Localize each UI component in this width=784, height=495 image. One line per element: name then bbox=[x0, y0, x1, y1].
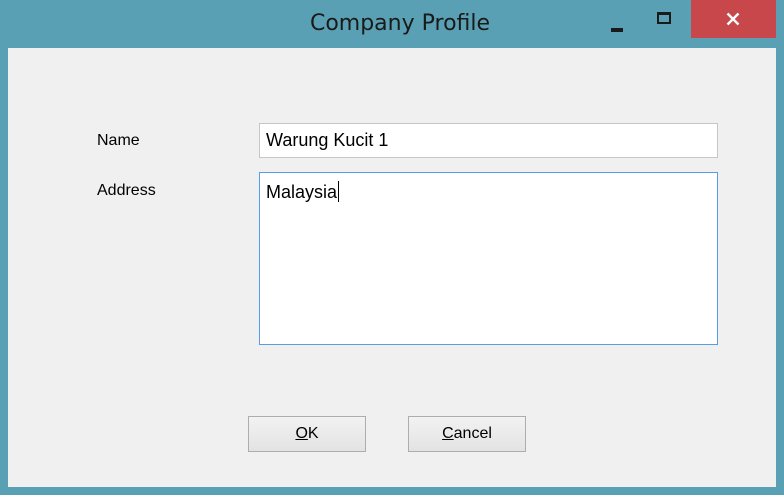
maximize-button[interactable] bbox=[648, 8, 682, 40]
text-caret bbox=[338, 181, 340, 202]
cancel-button[interactable]: Cancel bbox=[408, 416, 526, 452]
close-button[interactable] bbox=[691, 0, 776, 38]
ok-button[interactable]: OK bbox=[248, 416, 366, 452]
dialog-window: Company Profile Name Warung Kucit 1 Addr… bbox=[0, 0, 784, 495]
name-input[interactable]: Warung Kucit 1 bbox=[259, 123, 718, 158]
ok-button-mnemonic: O bbox=[295, 425, 308, 442]
name-label: Name bbox=[97, 132, 140, 149]
minimize-button[interactable] bbox=[603, 8, 637, 40]
ok-button-label-rest: K bbox=[307, 425, 319, 442]
title-bar[interactable]: Company Profile bbox=[0, 0, 784, 48]
maximize-icon bbox=[657, 12, 671, 24]
name-input-value: Warung Kucit 1 bbox=[266, 130, 389, 150]
address-textarea[interactable]: Malaysia bbox=[259, 172, 718, 345]
close-icon bbox=[726, 12, 740, 26]
cancel-button-mnemonic: C bbox=[442, 425, 454, 442]
dialog-client-area: Name Warung Kucit 1 Address Malaysia OK … bbox=[8, 48, 776, 487]
address-textarea-value: Malaysia bbox=[266, 182, 338, 202]
minimize-icon bbox=[611, 28, 623, 32]
address-label: Address bbox=[97, 182, 156, 199]
cancel-button-label-rest: ancel bbox=[453, 425, 492, 442]
